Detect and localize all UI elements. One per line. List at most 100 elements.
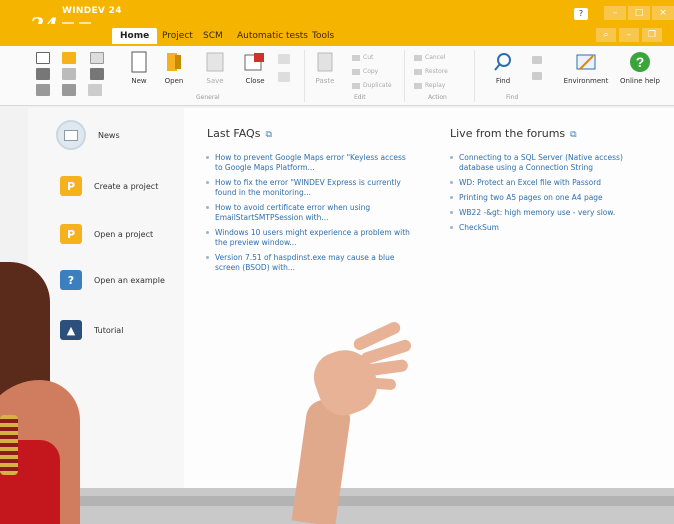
cut-button[interactable]: Cut — [352, 54, 373, 61]
svg-text:?: ? — [636, 54, 645, 70]
online-help-label: Online help — [620, 77, 660, 85]
close-label: Close — [245, 77, 265, 85]
faq-link[interactable]: How to prevent Google Maps error "Keyles… — [205, 153, 415, 173]
paste-label: Paste — [315, 77, 335, 85]
find-label: Find — [495, 77, 511, 85]
paste-button[interactable]: Paste — [304, 51, 346, 85]
tab-scm[interactable]: SCM — [203, 31, 223, 41]
forum-link[interactable]: WB22 -&gt: high memory use - very slow. — [449, 208, 654, 218]
group-find-label: Find — [506, 94, 519, 101]
save-button[interactable]: Save — [194, 51, 236, 85]
forum-link[interactable]: CheckSum — [449, 223, 654, 233]
small-doc-icon[interactable] — [278, 72, 290, 82]
list-small-icon[interactable] — [62, 68, 76, 80]
open-folder-icon — [163, 51, 185, 73]
nav-news[interactable]: News — [56, 120, 174, 150]
tab-right-controls: ⌕ – ❐ — [596, 28, 662, 42]
nav-open-example[interactable]: ? Open an example — [60, 270, 170, 290]
faq-link[interactable]: Version 7.51 of haspdinst.exe may cause … — [205, 253, 415, 273]
ribbon-separator — [474, 50, 475, 102]
save-label: Save — [206, 77, 224, 85]
nav-tutorial-label: Tutorial — [94, 325, 124, 335]
restore-button[interactable]: Restore — [414, 68, 448, 75]
help-icon[interactable]: ? — [574, 8, 588, 20]
title-bar: WINDEV 24 ? – □ × — [0, 0, 674, 24]
environment-icon — [575, 51, 597, 73]
minimize-button[interactable]: – — [604, 6, 626, 20]
grid-small-icon[interactable] — [90, 68, 104, 80]
nav-open-project[interactable]: P Open a project — [60, 224, 170, 244]
copy-button[interactable]: Copy — [352, 68, 378, 75]
window-controls: – □ × — [604, 6, 674, 20]
forum-link[interactable]: WD: Protect an Excel file with Passord — [449, 178, 654, 188]
app-window: WINDEV 24 ? – □ × 24 Home Project SCM Au… — [0, 0, 674, 524]
forums-title: Live from the forums ⧉ — [450, 127, 577, 140]
open-example-icon: ? — [60, 270, 82, 290]
ribbon: New Open Save Close General Paste Cut Co… — [0, 46, 674, 106]
forums-title-text: Live from the forums — [450, 127, 566, 140]
question-icon: ? — [629, 51, 651, 73]
close-button[interactable]: Close — [234, 51, 276, 85]
open-label: Open — [164, 77, 184, 85]
tree-icon[interactable] — [88, 84, 102, 96]
open-button[interactable]: Open — [153, 51, 195, 85]
group-action-label: Action — [428, 94, 447, 101]
replay-button[interactable]: Replay — [414, 82, 445, 89]
create-project-icon: P — [60, 176, 82, 196]
environment-label: Environment — [563, 77, 609, 85]
chevron-up-icon[interactable] — [532, 56, 542, 64]
window-small-icon[interactable] — [90, 52, 104, 64]
maximize-button[interactable]: □ — [628, 6, 650, 20]
faqs-title-text: Last FAQs — [207, 127, 261, 140]
external-link-icon[interactable]: ⧉ — [570, 130, 576, 140]
cancel-button[interactable]: Cancel — [414, 54, 445, 61]
close-window-button[interactable]: × — [652, 6, 674, 20]
news-icon — [56, 120, 86, 150]
find-button[interactable]: Find — [482, 51, 524, 85]
paste-icon — [314, 51, 336, 73]
nav-open-example-label: Open an example — [94, 275, 165, 285]
nav-create-project-label: Create a project — [94, 181, 159, 191]
forward-arrow-icon[interactable] — [62, 84, 76, 96]
forums-list: Connecting to a SQL Server (Native acces… — [449, 153, 654, 238]
ribbon-tabs: Home Project SCM Automatic tests Tools ⌕… — [0, 24, 674, 46]
chevron-down-icon[interactable] — [532, 72, 542, 80]
presenter-necklace — [0, 415, 18, 475]
faq-link[interactable]: Windows 10 users might experience a prob… — [205, 228, 415, 248]
forum-link[interactable]: Connecting to a SQL Server (Native acces… — [449, 153, 654, 173]
minimize-ribbon-icon[interactable]: – — [619, 28, 639, 42]
back-arrow-icon[interactable] — [36, 84, 50, 96]
tab-automatic-tests[interactable]: Automatic tests — [237, 31, 308, 41]
forum-link[interactable]: Printing two A5 pages on one A4 page — [449, 193, 654, 203]
save-icon — [204, 51, 226, 73]
new-document-icon — [128, 51, 150, 73]
nav-open-project-label: Open a project — [94, 229, 154, 239]
external-link-icon[interactable]: ⧉ — [265, 130, 271, 140]
duplicate-button[interactable]: Duplicate — [352, 82, 392, 89]
faq-link[interactable]: How to avoid certificate error when usin… — [205, 203, 415, 223]
nav-news-label: News — [98, 130, 120, 140]
open-small-icon[interactable] — [62, 52, 76, 64]
close-doc-icon — [244, 51, 266, 73]
group-edit-label: Edit — [354, 94, 366, 101]
nav-create-project[interactable]: P Create a project — [60, 176, 170, 196]
faqs-title: Last FAQs ⧉ — [207, 127, 272, 140]
tab-tools[interactable]: Tools — [312, 31, 334, 41]
online-help-button[interactable]: ? Online help — [616, 51, 664, 85]
open-project-icon: P — [60, 224, 82, 244]
project-small-icon[interactable] — [36, 68, 50, 80]
app-name: WINDEV 24 — [62, 6, 122, 16]
group-general-label: General — [196, 94, 220, 101]
small-arrows-icon[interactable] — [278, 54, 290, 64]
tab-project[interactable]: Project — [162, 31, 193, 41]
tab-home[interactable]: Home — [112, 28, 158, 44]
restore-icon[interactable]: ❐ — [642, 28, 662, 42]
faq-link[interactable]: How to fix the error "WINDEV Express is … — [205, 178, 415, 198]
magnifier-icon — [492, 51, 514, 73]
nav-tutorial[interactable]: ▲ Tutorial — [60, 320, 170, 340]
ribbon-separator — [404, 50, 405, 102]
new-file-small-icon[interactable] — [36, 52, 50, 64]
graduation-cap-icon: ▲ — [60, 320, 82, 340]
search-icon[interactable]: ⌕ — [596, 28, 616, 42]
environment-button[interactable]: Environment — [560, 51, 612, 85]
